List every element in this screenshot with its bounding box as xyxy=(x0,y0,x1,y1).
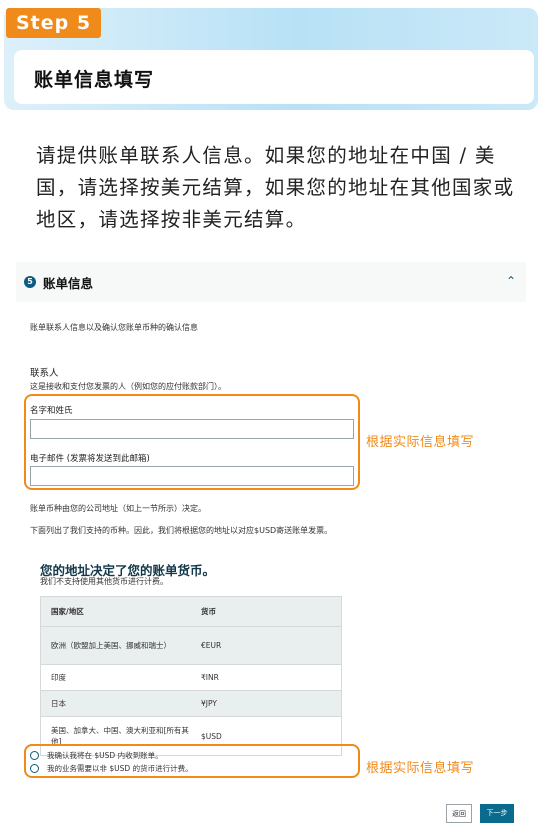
radio-option-non-usd[interactable]: 我的业务需要以非 $USD 的货币进行计费。 xyxy=(30,763,193,774)
section-step-badge: 5 xyxy=(24,276,36,288)
table-cell-country: 印度 xyxy=(51,673,66,682)
annotation-fill-info: 根据实际信息填写 xyxy=(366,435,475,450)
title-card: 账单信息填写 xyxy=(14,50,534,104)
name-label: 名字和姓氏 xyxy=(30,406,73,416)
email-label: 电子邮件 (发票将发送到此邮箱) xyxy=(30,454,150,464)
contact-label: 联系人 xyxy=(30,368,59,379)
billing-section-header[interactable]: 5 账单信息 ⌃ xyxy=(16,262,526,302)
radio-option-usd[interactable]: 我确认我将在 $USD 内收到账单。 xyxy=(30,750,163,761)
intro-text: 请提供账单联系人信息。如果您的地址在中国 / 美国，请选择按美元结算，如果您的地… xyxy=(36,144,515,231)
radio-icon[interactable] xyxy=(30,764,39,773)
currency-table: 国家/地区 货币 欧洲（欧盟加上美国、挪威和瑞士） €EUR 印度 ₹INR 日… xyxy=(40,596,342,756)
currency-note-1: 账单币种由您的公司地址（如上一节所示）决定。 xyxy=(30,504,206,513)
radio-label: 我的业务需要以非 $USD 的货币进行计费。 xyxy=(47,764,193,773)
table-row: 印度 ₹INR xyxy=(41,665,341,691)
page: Step 5 账单信息填写 请提供账单联系人信息。如果您的地址在中国 / 美国，… xyxy=(0,0,542,836)
page-title: 账单信息填写 xyxy=(34,69,155,91)
email-input[interactable] xyxy=(30,466,354,486)
table-cell-country: 日本 xyxy=(51,699,66,708)
name-input[interactable] xyxy=(30,419,354,439)
next-button[interactable]: 下一步 xyxy=(480,804,514,823)
table-row: 日本 ¥JPY xyxy=(41,691,341,717)
table-header-currency: 货币 xyxy=(201,606,216,616)
section-description: 账单联系人信息以及确认您账单币种的确认信息 xyxy=(30,323,198,332)
table-cell-currency: ¥JPY xyxy=(201,699,217,708)
table-cell-currency: €EUR xyxy=(201,641,222,650)
table-header-row: 国家/地区 货币 xyxy=(41,597,341,627)
section-title: 账单信息 xyxy=(43,276,94,291)
annotation-fill-info: 根据实际信息填写 xyxy=(366,761,475,776)
step-tag: Step 5 xyxy=(6,8,102,38)
radio-icon[interactable] xyxy=(30,751,39,760)
contact-hint: 这是接收和支付您发票的人（例如您的应付账款部门）。 xyxy=(30,382,226,391)
table-header-country: 国家/地区 xyxy=(51,606,84,616)
step-banner: Step 5 账单信息填写 xyxy=(4,4,538,110)
radio-label: 我确认我将在 $USD 内收到账单。 xyxy=(47,751,163,760)
table-row: 欧洲（欧盟加上美国、挪威和瑞士） €EUR xyxy=(41,627,341,665)
back-button[interactable]: 返回 xyxy=(446,804,472,823)
currency-note-2: 下面列出了我们支持的币种。因此，我们将根据您的地址以对应$USD寄送账单发票。 xyxy=(30,526,333,535)
chevron-up-icon[interactable]: ⌃ xyxy=(506,274,516,288)
table-cell-currency: ₹INR xyxy=(201,673,219,682)
table-cell-country: 欧洲（欧盟加上美国、挪威和瑞士） xyxy=(51,641,171,650)
currency-subtitle: 我们不支持使用其他货币进行计费。 xyxy=(40,577,168,586)
